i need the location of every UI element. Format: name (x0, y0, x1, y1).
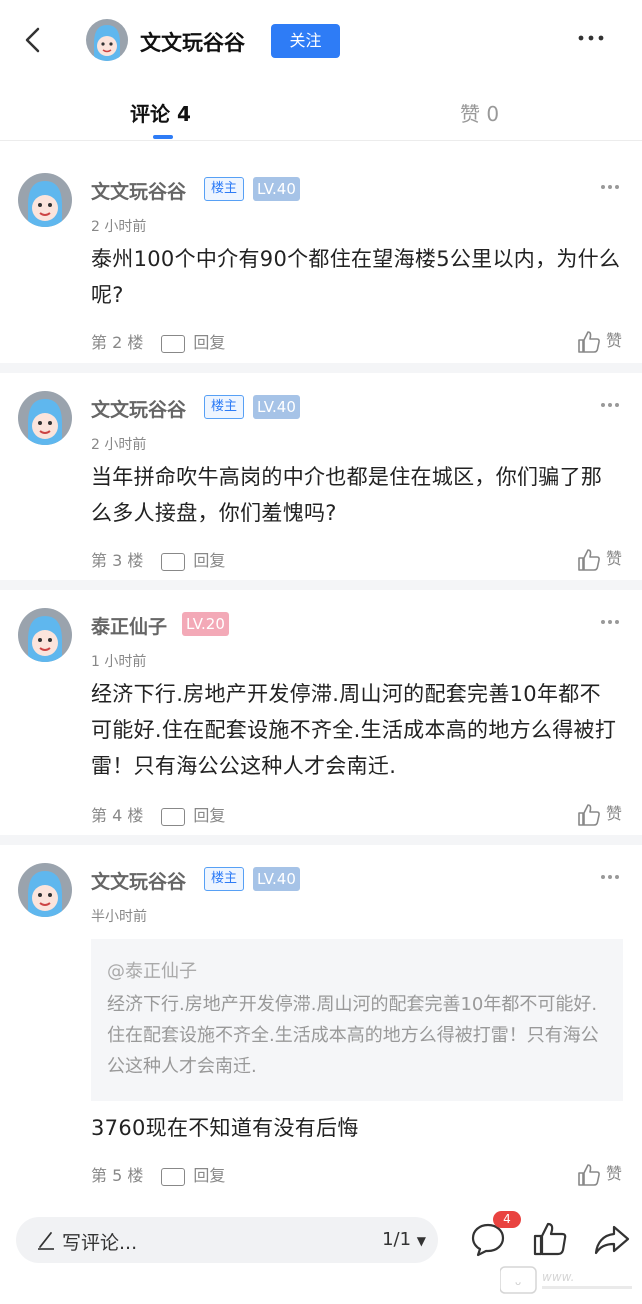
username[interactable]: 文文玩谷谷 (91, 395, 186, 422)
level-badge: LV.40 (253, 177, 300, 201)
floor-label: 第 5 楼 (91, 1166, 144, 1185)
quoted-user[interactable]: @泰正仙子 (107, 957, 197, 983)
reply-icon[interactable] (161, 552, 186, 571)
comment-footer: 第 3 楼 回复 (91, 547, 225, 571)
like-button[interactable]: 赞 (577, 545, 622, 572)
comment-footer: 第 2 楼 回复 (91, 329, 225, 353)
comment-footer: 第 5 楼 回复 (91, 1162, 225, 1186)
owner-badge: 楼主 (204, 177, 245, 201)
avatar[interactable] (18, 863, 72, 917)
comment-input-placeholder: 写评论... (62, 1232, 138, 1254)
site-watermark-logo: ᴗ www. (500, 1266, 632, 1294)
bottom-action-bar: 写评论... 1/1 ▼ 4 ᴗ www. (0, 1201, 642, 1304)
like-button[interactable]: 赞 (577, 800, 622, 827)
list-item: 文文玩谷谷 楼主 LV.40 2 小时前 当年拼命吹牛高岗的中介也都是住在城区，… (0, 373, 642, 590)
quoted-comment: @泰正仙子 经济下行.房地产开发停滞.周山河的配套完善10年都不可能好.住在配套… (91, 939, 623, 1101)
timestamp: 半小时前 (91, 909, 147, 925)
tab-active-indicator (153, 135, 173, 139)
username[interactable]: 泰正仙子 (91, 612, 167, 639)
thumb-up-icon (578, 1163, 600, 1186)
avatar[interactable] (86, 19, 128, 61)
share-icon[interactable] (592, 1219, 632, 1259)
reply-icon[interactable] (161, 807, 186, 826)
more-dots-icon[interactable] (600, 183, 620, 191)
timestamp: 1 小时前 (91, 654, 147, 670)
pen-icon (38, 1232, 54, 1250)
quoted-text: 经济下行.房地产开发停滞.周山河的配套完善10年都不可能好.住在配套设施不齐全.… (107, 994, 599, 1077)
avatar[interactable] (18, 173, 72, 227)
svg-text:www.: www. (542, 1270, 575, 1284)
reply-icon[interactable] (161, 334, 186, 353)
comment-text: 经济下行.房地产开发停滞.周山河的配套完善10年都不可能好.住在配套设施不齐全.… (91, 682, 617, 778)
list-item: 文文玩谷谷 楼主 LV.40 2 小时前 泰州100个中介有90个都住在望海楼5… (0, 141, 642, 373)
tab-likes[interactable]: 赞 0 (460, 98, 499, 127)
more-dots-icon[interactable] (578, 28, 604, 48)
more-dots-icon[interactable] (600, 401, 620, 409)
level-badge: LV.20 (182, 612, 229, 636)
comment-text: 当年拼命吹牛高岗的中介也都是住在城区，你们骗了那么多人接盘，你们羞愧吗? (91, 465, 603, 525)
caret-down-icon: ▼ (416, 1234, 426, 1248)
list-item: 泰正仙子 LV.20 1 小时前 经济下行.房地产开发停滞.周山河的配套完善10… (0, 590, 642, 845)
floor-label: 第 2 楼 (91, 333, 144, 352)
reply-button[interactable]: 回复 (193, 551, 225, 570)
follow-button[interactable]: 关注 (271, 24, 340, 58)
username[interactable]: 文文玩谷谷 (91, 867, 186, 894)
avatar[interactable] (18, 391, 72, 445)
timestamp: 2 小时前 (91, 219, 147, 235)
more-dots-icon[interactable] (600, 873, 620, 881)
reply-button[interactable]: 回复 (193, 806, 225, 825)
level-badge: LV.40 (253, 867, 300, 891)
reply-button[interactable]: 回复 (193, 1166, 225, 1185)
thumb-up-icon[interactable] (530, 1219, 570, 1259)
thumb-up-icon (578, 803, 600, 826)
tab-bar: 评论 4 赞 0 (0, 84, 642, 141)
comment-text: 泰州100个中介有90个都住在望海楼5公里以内，为什么呢? (91, 247, 621, 307)
like-button[interactable]: 赞 (577, 1160, 622, 1187)
level-badge: LV.40 (253, 395, 300, 419)
reply-icon[interactable] (161, 1167, 186, 1186)
comment-footer: 第 4 楼 回复 (91, 802, 225, 826)
timestamp: 2 小时前 (91, 437, 147, 453)
page-title: 文文玩谷谷 (140, 31, 245, 55)
like-button[interactable]: 赞 (577, 327, 622, 354)
owner-badge: 楼主 (204, 867, 245, 891)
thumb-up-icon (578, 330, 600, 353)
svg-text:ᴗ: ᴗ (515, 1277, 521, 1288)
list-item: 文文玩谷谷 楼主 LV.40 半小时前 @泰正仙子 经济下行.房地产开发停滞.周… (0, 845, 642, 1191)
comment-list: 文文玩谷谷 楼主 LV.40 2 小时前 泰州100个中介有90个都住在望海楼5… (0, 141, 642, 1191)
more-dots-icon[interactable] (600, 618, 620, 626)
username[interactable]: 文文玩谷谷 (91, 177, 186, 204)
comment-input[interactable]: 写评论... 1/1 ▼ (16, 1217, 438, 1263)
tab-comments[interactable]: 评论 4 (130, 98, 191, 127)
avatar[interactable] (18, 608, 72, 662)
page-selector[interactable]: 1/1 ▼ (382, 1229, 426, 1250)
comment-count-badge: 4 (493, 1211, 521, 1228)
top-bar: 文文玩谷谷 关注 (0, 0, 642, 84)
comment-text: 3760现在不知道有没有后悔 (91, 1116, 359, 1140)
floor-label: 第 3 楼 (91, 551, 144, 570)
chevron-left-icon[interactable] (20, 26, 48, 54)
reply-button[interactable]: 回复 (193, 333, 225, 352)
thumb-up-icon (578, 548, 600, 571)
owner-badge: 楼主 (204, 395, 245, 419)
floor-label: 第 4 楼 (91, 806, 144, 825)
